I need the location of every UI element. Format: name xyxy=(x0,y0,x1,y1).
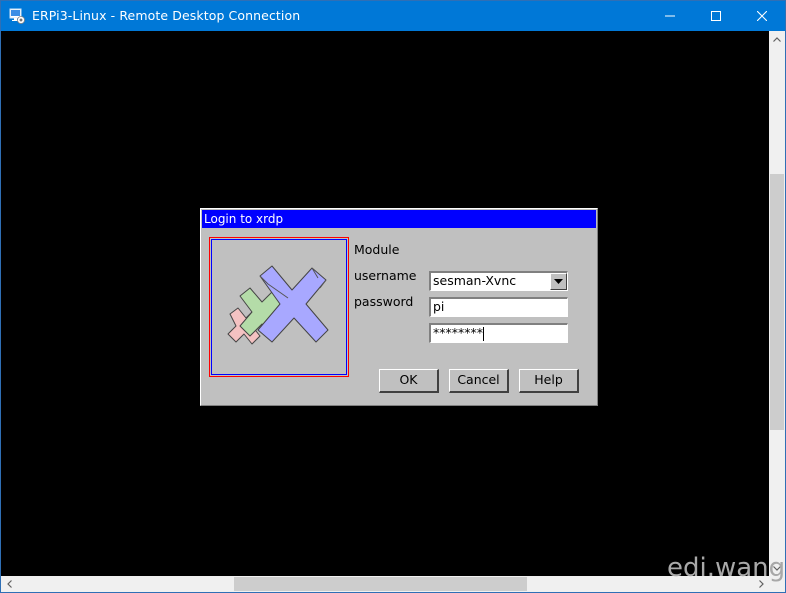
scroll-up-button[interactable] xyxy=(769,31,785,47)
minimize-icon xyxy=(665,15,675,17)
cancel-button[interactable]: Cancel xyxy=(449,369,509,393)
login-dialog: Login to xrdp Module sesman-Xvnc usernam… xyxy=(200,208,598,406)
close-button[interactable] xyxy=(739,1,785,31)
horizontal-scrollbar[interactable] xyxy=(1,576,769,592)
chevron-left-icon xyxy=(6,580,12,588)
vertical-scroll-thumb[interactable] xyxy=(770,174,784,430)
password-input[interactable]: ******** xyxy=(429,323,568,343)
ok-button[interactable]: OK xyxy=(379,369,439,393)
module-label: Module xyxy=(354,242,400,257)
maximize-button[interactable] xyxy=(693,1,739,31)
maximize-icon xyxy=(711,11,721,21)
window-titlebar[interactable]: ERPi3-Linux - Remote Desktop Connection xyxy=(1,1,785,31)
window-title: ERPi3-Linux - Remote Desktop Connection xyxy=(32,8,301,23)
chevron-down-icon xyxy=(554,278,563,284)
scroll-left-button[interactable] xyxy=(1,576,17,592)
dialog-title[interactable]: Login to xrdp xyxy=(202,210,596,228)
minimize-button[interactable] xyxy=(647,1,693,31)
help-button[interactable]: Help xyxy=(519,369,579,393)
remote-desktop-area[interactable]: Login to xrdp Module sesman-Xvnc usernam… xyxy=(1,31,769,576)
rdp-window: ERPi3-Linux - Remote Desktop Connection … xyxy=(0,0,786,593)
xrdp-logo-frame xyxy=(209,237,349,377)
username-input[interactable]: pi xyxy=(429,297,568,317)
chevron-up-icon xyxy=(773,36,781,42)
horizontal-scroll-thumb[interactable] xyxy=(234,577,527,591)
module-select[interactable]: sesman-Xvnc xyxy=(429,271,568,291)
vertical-scrollbar[interactable] xyxy=(769,31,785,576)
xrdp-logo-icon xyxy=(227,265,329,345)
xrdp-logo xyxy=(211,239,347,375)
username-value: pi xyxy=(433,299,445,314)
remote-desktop-icon xyxy=(9,8,25,24)
password-label: password xyxy=(354,294,414,309)
username-label: username xyxy=(354,268,417,283)
text-cursor xyxy=(483,326,484,341)
watermark-text: edi.wang xyxy=(667,553,786,583)
close-icon xyxy=(757,11,767,21)
module-select-value: sesman-Xvnc xyxy=(433,273,517,288)
module-dropdown-button[interactable] xyxy=(550,273,567,290)
password-value: ******** xyxy=(433,325,483,340)
